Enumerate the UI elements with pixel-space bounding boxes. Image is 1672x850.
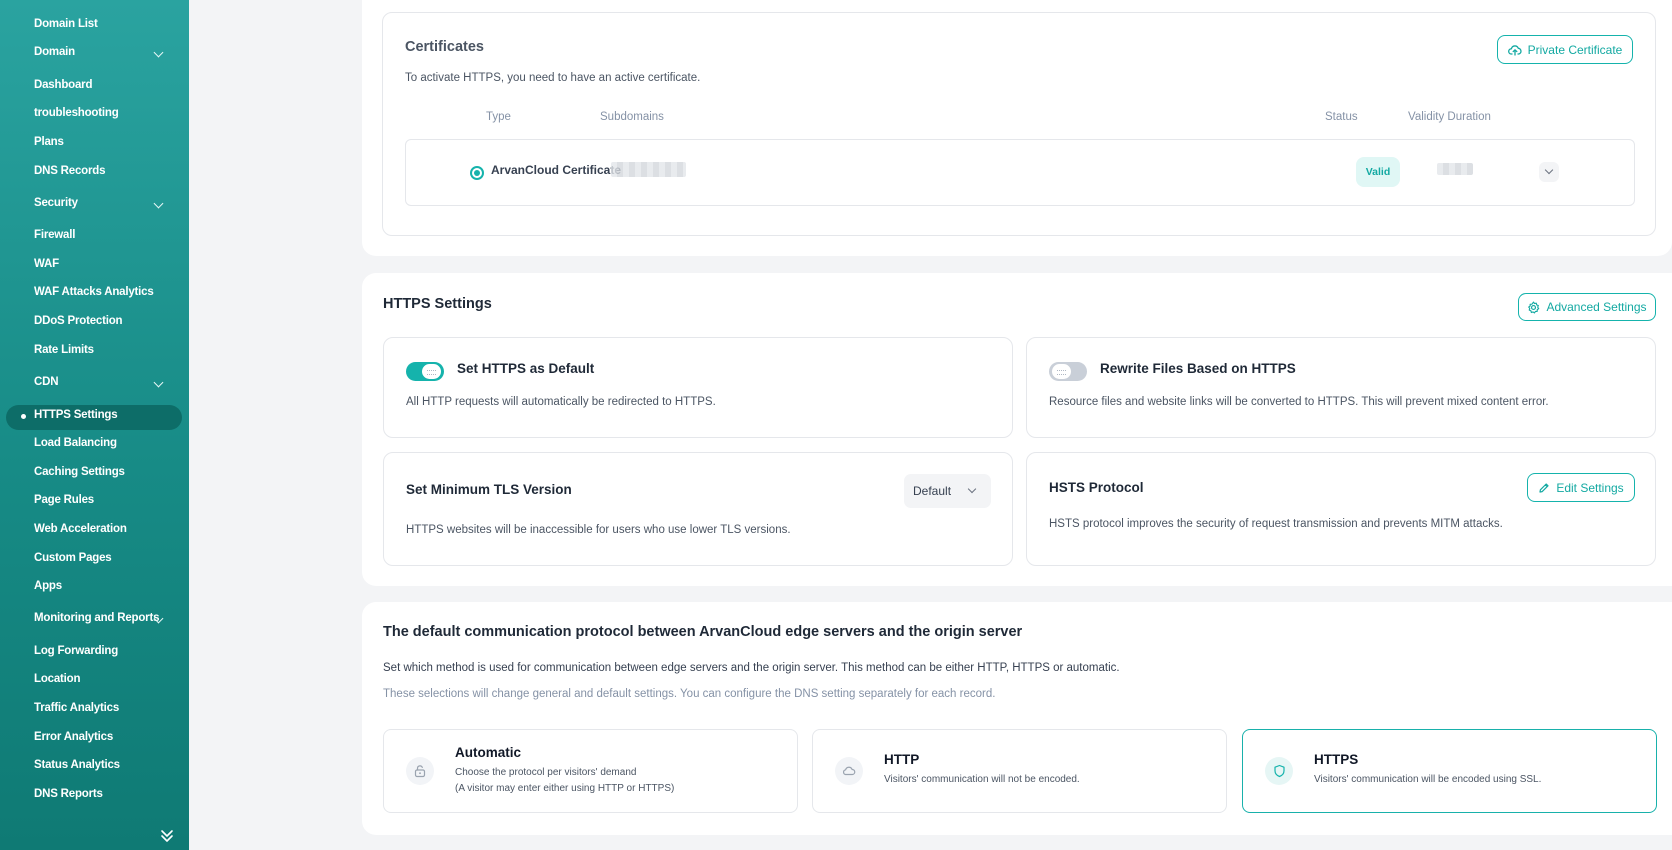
sidebar-item-domain-list[interactable]: Domain List bbox=[34, 18, 98, 30]
protocol-note: These selections will change general and… bbox=[383, 688, 996, 700]
automatic-title: Automatic bbox=[455, 745, 522, 760]
certificates-card: Certificates To activate HTTPS, you need… bbox=[382, 12, 1656, 236]
sidebar-item-ddos-protection[interactable]: DDoS Protection bbox=[34, 315, 123, 327]
private-certificate-button[interactable]: Private Certificate bbox=[1497, 35, 1633, 64]
sidebar: Domain List Domain Dashboard troubleshoo… bbox=[0, 0, 189, 850]
sidebar-item-waf-attacks-analytics[interactable]: WAF Attacks Analytics bbox=[34, 286, 154, 298]
https-default-toggle[interactable] bbox=[406, 362, 444, 381]
private-certificate-label: Private Certificate bbox=[1527, 42, 1623, 57]
http-description: Visitors' communication will not be enco… bbox=[884, 774, 1080, 785]
cloud-upload-icon bbox=[1507, 44, 1522, 56]
sidebar-item-load-balancing[interactable]: Load Balancing bbox=[34, 437, 117, 449]
protocol-description: Set which method is used for communicati… bbox=[383, 662, 1120, 674]
shield-icon bbox=[1265, 757, 1293, 785]
chevron-down-icon bbox=[967, 484, 977, 494]
protocol-title: The default communication protocol betwe… bbox=[383, 624, 1023, 640]
expand-row-button[interactable] bbox=[1539, 162, 1559, 182]
sidebar-item-caching-settings[interactable]: Caching Settings bbox=[34, 466, 125, 478]
hsts-description: HSTS protocol improves the security of r… bbox=[1049, 518, 1503, 530]
automatic-line1: Choose the protocol per visitors' demand bbox=[455, 767, 637, 778]
pencil-icon bbox=[1539, 482, 1549, 493]
sidebar-item-monitoring-and-reports[interactable]: Monitoring and Reports bbox=[34, 612, 159, 624]
https-default-card: Set HTTPS as Default All HTTP requests w… bbox=[383, 337, 1013, 438]
rewrite-files-title: Rewrite Files Based on HTTPS bbox=[1100, 361, 1296, 376]
chevron-down-icon[interactable] bbox=[153, 377, 164, 388]
https-description: Visitors' communication will be encoded … bbox=[1314, 774, 1542, 785]
sidebar-item-plans[interactable]: Plans bbox=[34, 136, 64, 148]
sidebar-item-apps[interactable]: Apps bbox=[34, 580, 62, 592]
hsts-card: HSTS Protocol Edit Settings HSTS protoco… bbox=[1026, 452, 1656, 566]
sidebar-item-waf[interactable]: WAF bbox=[34, 258, 59, 270]
hsts-title: HSTS Protocol bbox=[1049, 480, 1144, 495]
unlock-icon bbox=[406, 757, 434, 785]
tls-version-select[interactable]: Default bbox=[904, 474, 991, 508]
sidebar-item-status-analytics[interactable]: Status Analytics bbox=[34, 759, 120, 771]
protocol-option-https[interactable]: HTTPS Visitors' communication will be en… bbox=[1242, 729, 1657, 813]
sidebar-item-domain[interactable]: Domain bbox=[34, 46, 75, 58]
https-settings-panel: HTTPS Settings Advanced Settings Set HTT… bbox=[362, 273, 1672, 586]
sidebar-item-web-acceleration[interactable]: Web Acceleration bbox=[34, 523, 127, 535]
rewrite-files-description: Resource files and website links will be… bbox=[1049, 396, 1549, 408]
sidebar-item-troubleshooting[interactable]: troubleshooting bbox=[34, 107, 119, 119]
sidebar-item-dns-reports[interactable]: DNS Reports bbox=[34, 788, 103, 800]
rewrite-files-card: Rewrite Files Based on HTTPS Resource fi… bbox=[1026, 337, 1656, 438]
advanced-settings-label: Advanced Settings bbox=[1546, 300, 1647, 314]
redacted-subdomain bbox=[611, 162, 686, 177]
min-tls-title: Set Minimum TLS Version bbox=[406, 482, 572, 497]
chevron-down-icon[interactable] bbox=[153, 47, 164, 58]
protocol-option-http[interactable]: HTTP Visitors' communication will not be… bbox=[812, 729, 1227, 813]
sidebar-item-dashboard[interactable]: Dashboard bbox=[34, 79, 92, 91]
sidebar-item-custom-pages[interactable]: Custom Pages bbox=[34, 552, 112, 564]
https-settings-title: HTTPS Settings bbox=[383, 296, 492, 312]
certificates-description: To activate HTTPS, you need to have an a… bbox=[405, 72, 701, 84]
sidebar-item-rate-limits[interactable]: Rate Limits bbox=[34, 344, 94, 356]
sidebar-item-security[interactable]: Security bbox=[34, 197, 78, 209]
http-title: HTTP bbox=[884, 752, 920, 767]
sidebar-item-dns-records[interactable]: DNS Records bbox=[34, 165, 105, 177]
certificate-radio[interactable] bbox=[470, 166, 484, 180]
cloud-icon bbox=[835, 757, 863, 785]
column-status: Status bbox=[1325, 111, 1358, 123]
edit-settings-button[interactable]: Edit Settings bbox=[1527, 473, 1635, 502]
edit-settings-label: Edit Settings bbox=[1556, 480, 1624, 495]
double-chevron-down-icon[interactable] bbox=[160, 829, 174, 843]
column-subdomains: Subdomains bbox=[600, 111, 664, 123]
certificate-row[interactable]: ArvanCloud Certificate Valid bbox=[405, 139, 1635, 206]
https-default-description: All HTTP requests will automatically be … bbox=[406, 396, 716, 408]
https-default-title: Set HTTPS as Default bbox=[457, 361, 595, 376]
redacted-validity bbox=[1437, 163, 1473, 175]
sidebar-item-https-settings[interactable]: HTTPS Settings bbox=[34, 409, 118, 421]
https-title: HTTPS bbox=[1314, 752, 1359, 767]
sidebar-item-log-forwarding[interactable]: Log Forwarding bbox=[34, 645, 118, 657]
sidebar-item-traffic-analytics[interactable]: Traffic Analytics bbox=[34, 702, 119, 714]
min-tls-card: Set Minimum TLS Version Default HTTPS we… bbox=[383, 452, 1013, 566]
min-tls-description: HTTPS websites will be inaccessible for … bbox=[406, 524, 791, 536]
sidebar-item-page-rules[interactable]: Page Rules bbox=[34, 494, 94, 506]
sidebar-item-error-analytics[interactable]: Error Analytics bbox=[34, 731, 113, 743]
gear-icon bbox=[1528, 301, 1540, 313]
rewrite-files-toggle[interactable] bbox=[1049, 362, 1087, 381]
automatic-line2: (A visitor may enter either using HTTP o… bbox=[455, 783, 675, 794]
protocol-option-automatic[interactable]: Automatic Choose the protocol per visito… bbox=[383, 729, 798, 813]
chevron-down-icon[interactable] bbox=[153, 198, 164, 209]
column-type: Type bbox=[486, 111, 511, 123]
sidebar-item-firewall[interactable]: Firewall bbox=[34, 229, 75, 241]
advanced-settings-button[interactable]: Advanced Settings bbox=[1518, 293, 1656, 321]
active-dot bbox=[21, 414, 26, 419]
sidebar-item-location[interactable]: Location bbox=[34, 673, 81, 685]
tls-version-value: Default bbox=[913, 484, 952, 498]
certificates-title: Certificates bbox=[405, 39, 484, 55]
column-validity-duration: Validity Duration bbox=[1408, 111, 1491, 123]
status-badge: Valid bbox=[1356, 157, 1400, 187]
chevron-down-icon bbox=[1544, 165, 1554, 175]
sidebar-item-cdn[interactable]: CDN bbox=[34, 376, 59, 388]
certificate-type: ArvanCloud Certificate bbox=[491, 163, 622, 177]
certificates-panel: Certificates To activate HTTPS, you need… bbox=[362, 0, 1672, 256]
